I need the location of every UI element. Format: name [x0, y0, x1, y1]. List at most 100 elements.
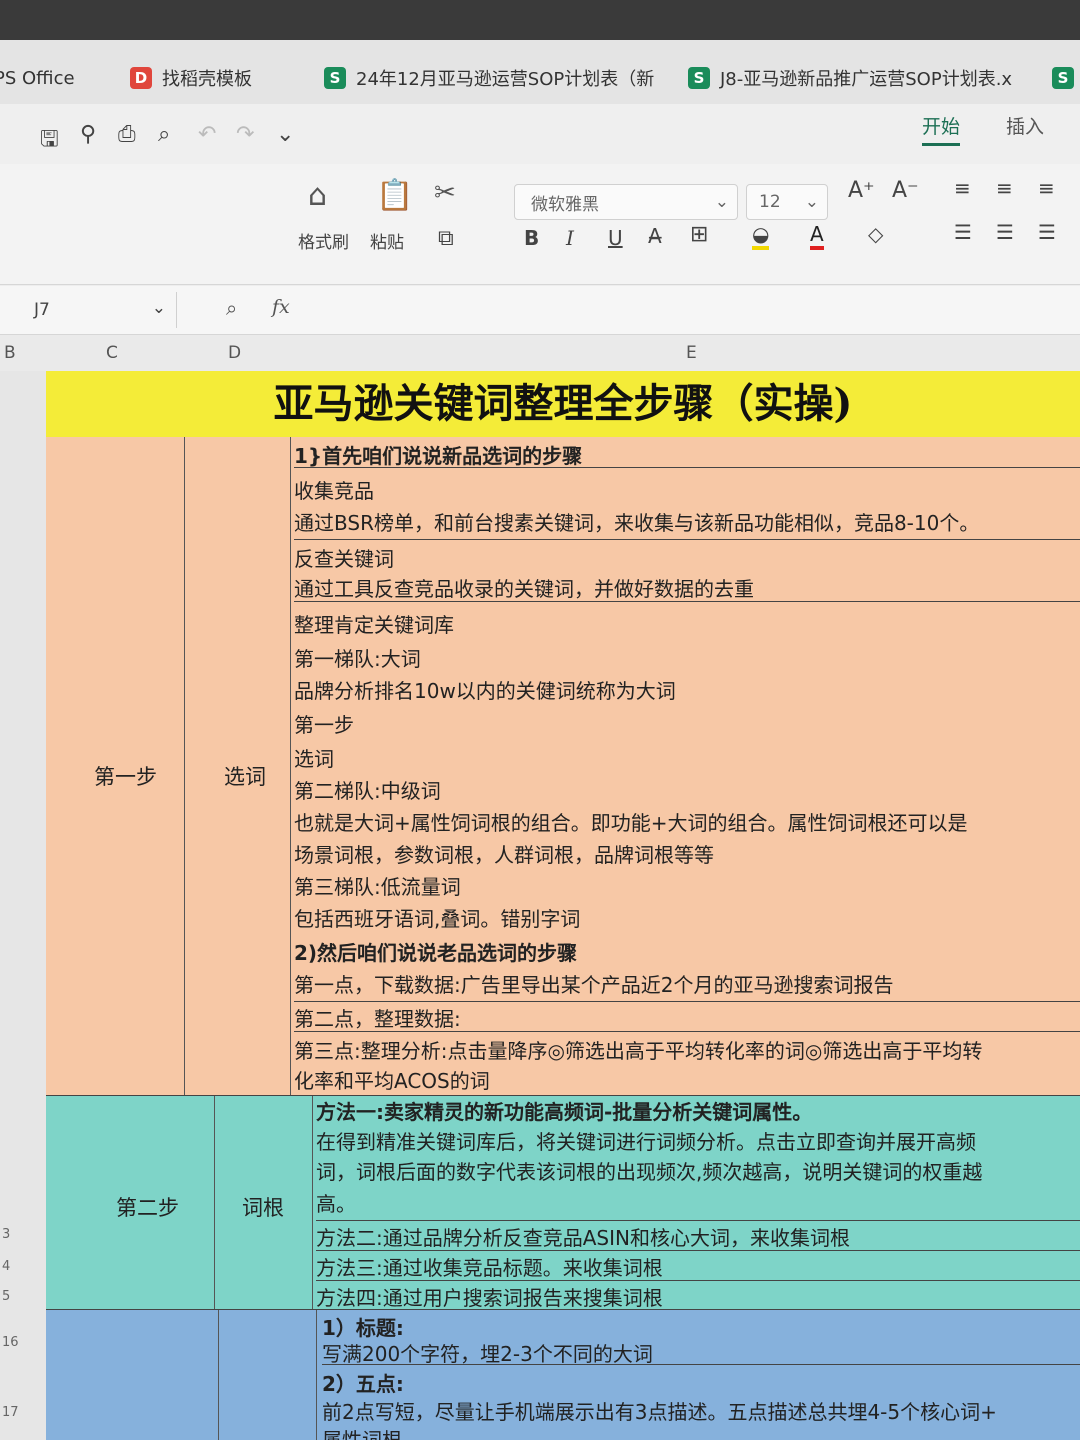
row-header[interactable]: 4: [2, 1259, 10, 1274]
undo-icon[interactable]: ↶: [198, 122, 216, 147]
column-header[interactable]: C: [106, 343, 118, 363]
menu-start[interactable]: 开始: [922, 112, 961, 146]
align-top-icon[interactable]: ≡: [954, 176, 971, 200]
print-preview-icon[interactable]: ⌕: [158, 122, 170, 147]
font-color-icon[interactable]: A: [810, 222, 824, 250]
row-header[interactable]: 16: [2, 1335, 19, 1350]
cell-text[interactable]: 方法二:通过品牌分析反查竞品ASIN和核心大词，来收集词根: [316, 1222, 1080, 1251]
save-icon[interactable]: 🖫: [40, 122, 59, 160]
cell-text[interactable]: 场景词根，参数词根，人群词根，品牌词根等等: [294, 839, 1080, 868]
tab-sheet-extra[interactable]: S: [1052, 62, 1080, 94]
cell-text[interactable]: 第一点，下载数据:广告里导出某个产品近2个月的亚马逊搜索词报告: [294, 969, 1080, 998]
column-divider: [290, 437, 291, 1095]
align-middle-icon[interactable]: ≡: [996, 176, 1013, 200]
cut-icon[interactable]: ✂: [434, 178, 456, 208]
cell-text[interactable]: 前2点写短，尽量让手机端展示出有3点描述。五点描述总共埋4-5个核心词+: [322, 1396, 1080, 1425]
quick-access-bar: 🖫 ⚲ ⎙ ⌕ ↶ ↷ ⌄: [0, 104, 1080, 164]
tab-template[interactable]: D 找稻壳模板: [130, 62, 252, 94]
italic-button[interactable]: I: [566, 226, 574, 250]
chevron-down-icon: ⌄: [714, 192, 729, 212]
cell-text[interactable]: 收集竞品: [294, 475, 1080, 504]
increase-font-icon[interactable]: A⁺: [848, 178, 875, 203]
cell-text[interactable]: 第一梯队:大词: [294, 643, 1080, 672]
cell-text[interactable]: 写满200个字符，埋2-3个不同的大词: [322, 1338, 1080, 1367]
cell-text[interactable]: 在得到精准关键词库后，将关键词进行词频分析。点击立即查询并展开高频: [316, 1126, 1080, 1155]
row-header[interactable]: 17: [2, 1405, 19, 1420]
step2-step-cell[interactable]: 第二步: [116, 1192, 179, 1222]
step3-section: 1）标题: 写满200个字符，埋2-3个不同的大词 2）五点: 前2点写短，尽量…: [46, 1309, 1080, 1440]
chevron-down-icon: ⌄: [804, 192, 819, 212]
cell-text[interactable]: 1}首先咱们说说新品选词的步骤: [294, 440, 1080, 469]
column-divider: [218, 1310, 219, 1440]
cell-text[interactable]: 第三梯队:低流量词: [294, 871, 1080, 900]
step1-name-cell[interactable]: 选词: [224, 761, 266, 791]
fx-icon[interactable]: fx: [272, 296, 290, 318]
cell-text[interactable]: 方法三:通过收集竞品标题。来收集词根: [316, 1252, 1080, 1281]
cell-text[interactable]: 词，词根后面的数字代表该词根的出现频次,频次越高，说明关键词的权重越: [316, 1156, 1080, 1185]
chevron-down-icon: ⌄: [151, 298, 166, 318]
cell-text[interactable]: 第二梯队:中级词: [294, 775, 1080, 804]
cell-text[interactable]: 属性词根: [322, 1424, 1080, 1440]
name-box[interactable]: J7 ⌄: [0, 292, 177, 328]
format-painter-label[interactable]: 格式刷: [298, 228, 349, 253]
bold-button[interactable]: B: [524, 226, 539, 250]
cell-text[interactable]: 1）标题:: [322, 1312, 1080, 1341]
cell-text[interactable]: 高。: [316, 1188, 1080, 1217]
cell-text[interactable]: 反查关键词: [294, 543, 1080, 572]
strikethrough-icon[interactable]: A̶: [648, 224, 662, 248]
tab-sheet-j8[interactable]: S J8-亚马逊新品推广运营SOP计划表.x: [688, 62, 1012, 94]
zoom-icon[interactable]: ⌕: [226, 296, 237, 320]
tab-sheet-sop-dec[interactable]: S 24年12月亚马逊运营SOP计划表（新: [324, 62, 654, 94]
redo-icon[interactable]: ↷: [236, 122, 254, 147]
menu-insert[interactable]: 插入: [1006, 112, 1044, 139]
cell-text[interactable]: 选词: [294, 743, 1080, 772]
cell-text[interactable]: 第二点，整理数据:: [294, 1003, 1080, 1032]
format-painter-icon[interactable]: ⌂: [308, 178, 327, 213]
fill-color-icon[interactable]: ◒: [752, 222, 770, 250]
font-size-select[interactable]: 12 ⌄: [746, 184, 828, 220]
cell-text[interactable]: 2）五点:: [322, 1368, 1080, 1397]
cell-text[interactable]: 通过工具反查竞品收录的关键词，并做好数据的去重: [294, 573, 1080, 602]
paste-icon[interactable]: 📋: [376, 178, 413, 213]
chevron-down-icon[interactable]: ⌄: [276, 122, 294, 147]
cell-text[interactable]: 方法一:卖家精灵的新功能高频词-批量分析关键词属性。: [316, 1096, 1080, 1125]
method-title: 方法一:卖家精灵的新功能高频词-批量分析关键词属性。: [316, 1100, 813, 1124]
border-icon[interactable]: ⊞: [690, 222, 708, 247]
paste-label[interactable]: 粘贴: [370, 228, 404, 253]
step2-name-cell[interactable]: 词根: [242, 1192, 284, 1222]
align-left-icon[interactable]: ☰: [954, 220, 972, 244]
share-icon[interactable]: ⚲: [80, 122, 96, 147]
cell-text[interactable]: 包括西班牙语词,叠词。错别字词: [294, 903, 1080, 932]
row-header[interactable]: 5: [2, 1289, 10, 1304]
cell-text[interactable]: 方法四:通过用户搜索词报告来搜集词根: [316, 1282, 1080, 1311]
column-header[interactable]: D: [228, 343, 241, 363]
copy-icon[interactable]: ⧉: [438, 226, 454, 251]
cell-text[interactable]: 通过BSR榜单，和前台搜素关键词，来收集与该新品功能相似，竞品8-10个。: [294, 507, 1080, 536]
align-bottom-icon[interactable]: ≡: [1038, 176, 1055, 200]
cell-text[interactable]: 2)然后咱们说说老品选词的步骤: [294, 937, 1080, 966]
sheet-title[interactable]: 亚马逊关键词整理全步骤（实操): [46, 371, 1080, 439]
align-center-icon[interactable]: ☰: [996, 220, 1014, 244]
column-divider: [316, 1310, 317, 1440]
font-name-value: 微软雅黑: [531, 194, 599, 215]
row-header[interactable]: 3: [2, 1227, 10, 1242]
cell-text[interactable]: 第三点:整理分析:点击量降序◎筛选出高于平均转化率的词◎筛选出高于平均转: [294, 1035, 1080, 1064]
column-header[interactable]: B: [4, 343, 16, 363]
cell-text[interactable]: 第一步: [294, 709, 1080, 738]
print-icon[interactable]: ⎙: [118, 122, 136, 147]
underline-button[interactable]: U: [608, 226, 623, 250]
step1-section: 第一步 选词 1}首先咱们说说新品选词的步骤 收集竞品 通过BSR榜单，和前台搜…: [46, 437, 1080, 1095]
tab-label: J8-亚马逊新品推广运营SOP计划表.x: [720, 69, 1013, 90]
column-header[interactable]: E: [686, 343, 697, 363]
spreadsheet-icon: S: [688, 67, 710, 89]
font-name-select[interactable]: 微软雅黑 ⌄: [514, 184, 738, 220]
cell-text[interactable]: 品牌分析排名10w以内的关健词统称为大词: [294, 675, 1080, 704]
cell-text[interactable]: 整理肯定关键词库: [294, 609, 1080, 638]
align-right-icon[interactable]: ☰: [1038, 220, 1056, 244]
cell-text[interactable]: 化率和平均ACOS的词: [294, 1065, 1080, 1094]
cell-text[interactable]: 也就是大词+属性饲词根的组合。即功能+大词的组合。属性饲词根还可以是: [294, 807, 1080, 836]
step1-step-cell[interactable]: 第一步: [94, 761, 157, 791]
tab-wps-office[interactable]: PS Office: [0, 62, 75, 94]
decrease-font-icon[interactable]: A⁻: [892, 178, 919, 203]
clear-format-icon[interactable]: ◇: [868, 222, 883, 246]
